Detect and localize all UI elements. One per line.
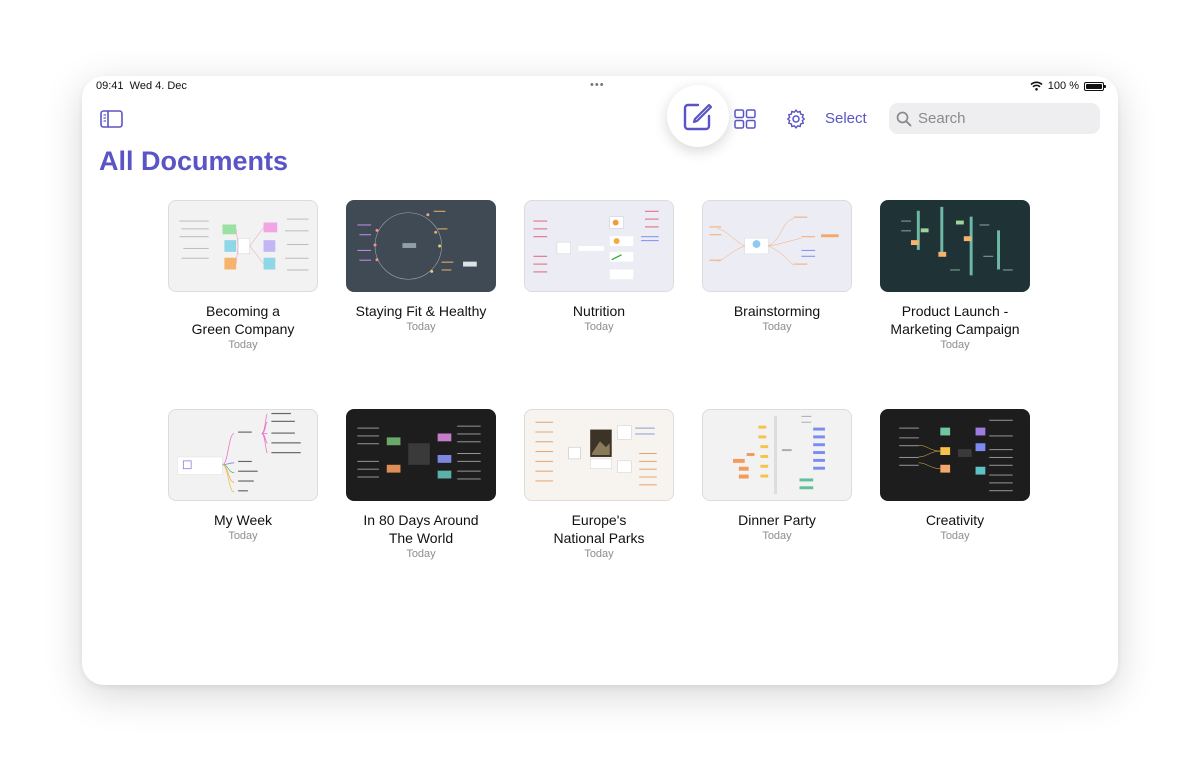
document-card-creativity[interactable]: Creativity Today <box>880 409 1030 542</box>
document-title: Staying Fit & Healthy <box>355 303 487 319</box>
document-date: Today <box>228 339 258 351</box>
grid-view-button[interactable] <box>733 108 757 130</box>
document-thumbnail <box>702 200 852 292</box>
document-card-nutrition[interactable]: Nutrition Today <box>524 200 674 333</box>
document-title: In 80 Days Around The World <box>363 512 479 546</box>
document-card-my-week[interactable]: My Week Today <box>168 409 318 542</box>
document-thumbnail <box>346 200 496 292</box>
battery-icon <box>1084 81 1106 91</box>
document-date: Today <box>584 548 614 560</box>
ipad-frame: 09:41 Wed 4. Dec ••• 100 % Select Search… <box>82 76 1118 685</box>
document-thumbnail <box>168 409 318 501</box>
document-card-brainstorming[interactable]: Brainstorming Today <box>702 200 852 333</box>
document-thumbnail <box>524 200 674 292</box>
document-title: Europe's National Parks <box>553 512 645 546</box>
search-icon <box>896 111 912 126</box>
gear-icon <box>787 109 805 129</box>
document-card-dinner-party[interactable]: Dinner Party Today <box>702 409 852 542</box>
document-thumbnail <box>168 200 318 292</box>
multitasking-dots[interactable]: ••• <box>590 79 605 91</box>
sidebar-toggle-button[interactable] <box>100 109 124 129</box>
document-thumbnail <box>524 409 674 501</box>
document-card-staying-fit[interactable]: Staying Fit & Healthy Today <box>346 200 496 333</box>
status-indicators: 100 % <box>1030 80 1106 92</box>
new-document-button[interactable] <box>667 85 729 147</box>
battery-percent: 100 % <box>1047 80 1079 92</box>
document-card-europe-parks[interactable]: Europe's National Parks Today <box>524 409 674 560</box>
document-thumbnail <box>880 200 1030 292</box>
wifi-icon <box>1030 81 1043 91</box>
document-title: Dinner Party <box>738 512 816 528</box>
document-card-80-days[interactable]: In 80 Days Around The World Today <box>346 409 496 560</box>
document-title: My Week <box>213 512 273 528</box>
document-card-becoming-green[interactable]: Becoming a Green Company Today <box>168 200 318 351</box>
document-thumbnail <box>880 409 1030 501</box>
select-button[interactable]: Select <box>825 110 867 127</box>
compose-icon <box>683 103 713 131</box>
sidebar-icon <box>100 110 123 128</box>
document-date: Today <box>940 339 970 351</box>
grid-icon <box>734 109 756 129</box>
document-title: Becoming a Green Company <box>191 303 295 337</box>
document-date: Today <box>228 530 258 542</box>
document-date: Today <box>406 321 436 333</box>
document-title: Product Launch - Marketing Campaign <box>890 303 1020 337</box>
status-time: 09:41 Wed 4. Dec <box>96 80 187 92</box>
document-date: Today <box>762 530 792 542</box>
document-card-product-launch[interactable]: Product Launch - Marketing Campaign Today <box>880 200 1030 351</box>
document-thumbnail <box>702 409 852 501</box>
search-field[interactable]: Search <box>889 103 1100 134</box>
document-title: Brainstorming <box>733 303 821 319</box>
document-title: Nutrition <box>572 303 626 319</box>
document-title: Creativity <box>925 512 985 528</box>
document-date: Today <box>940 530 970 542</box>
document-thumbnail <box>346 409 496 501</box>
document-date: Today <box>762 321 792 333</box>
page-title: All Documents <box>99 146 289 176</box>
document-date: Today <box>406 548 436 560</box>
document-date: Today <box>584 321 614 333</box>
settings-button[interactable] <box>785 108 807 130</box>
search-placeholder: Search <box>918 110 966 127</box>
